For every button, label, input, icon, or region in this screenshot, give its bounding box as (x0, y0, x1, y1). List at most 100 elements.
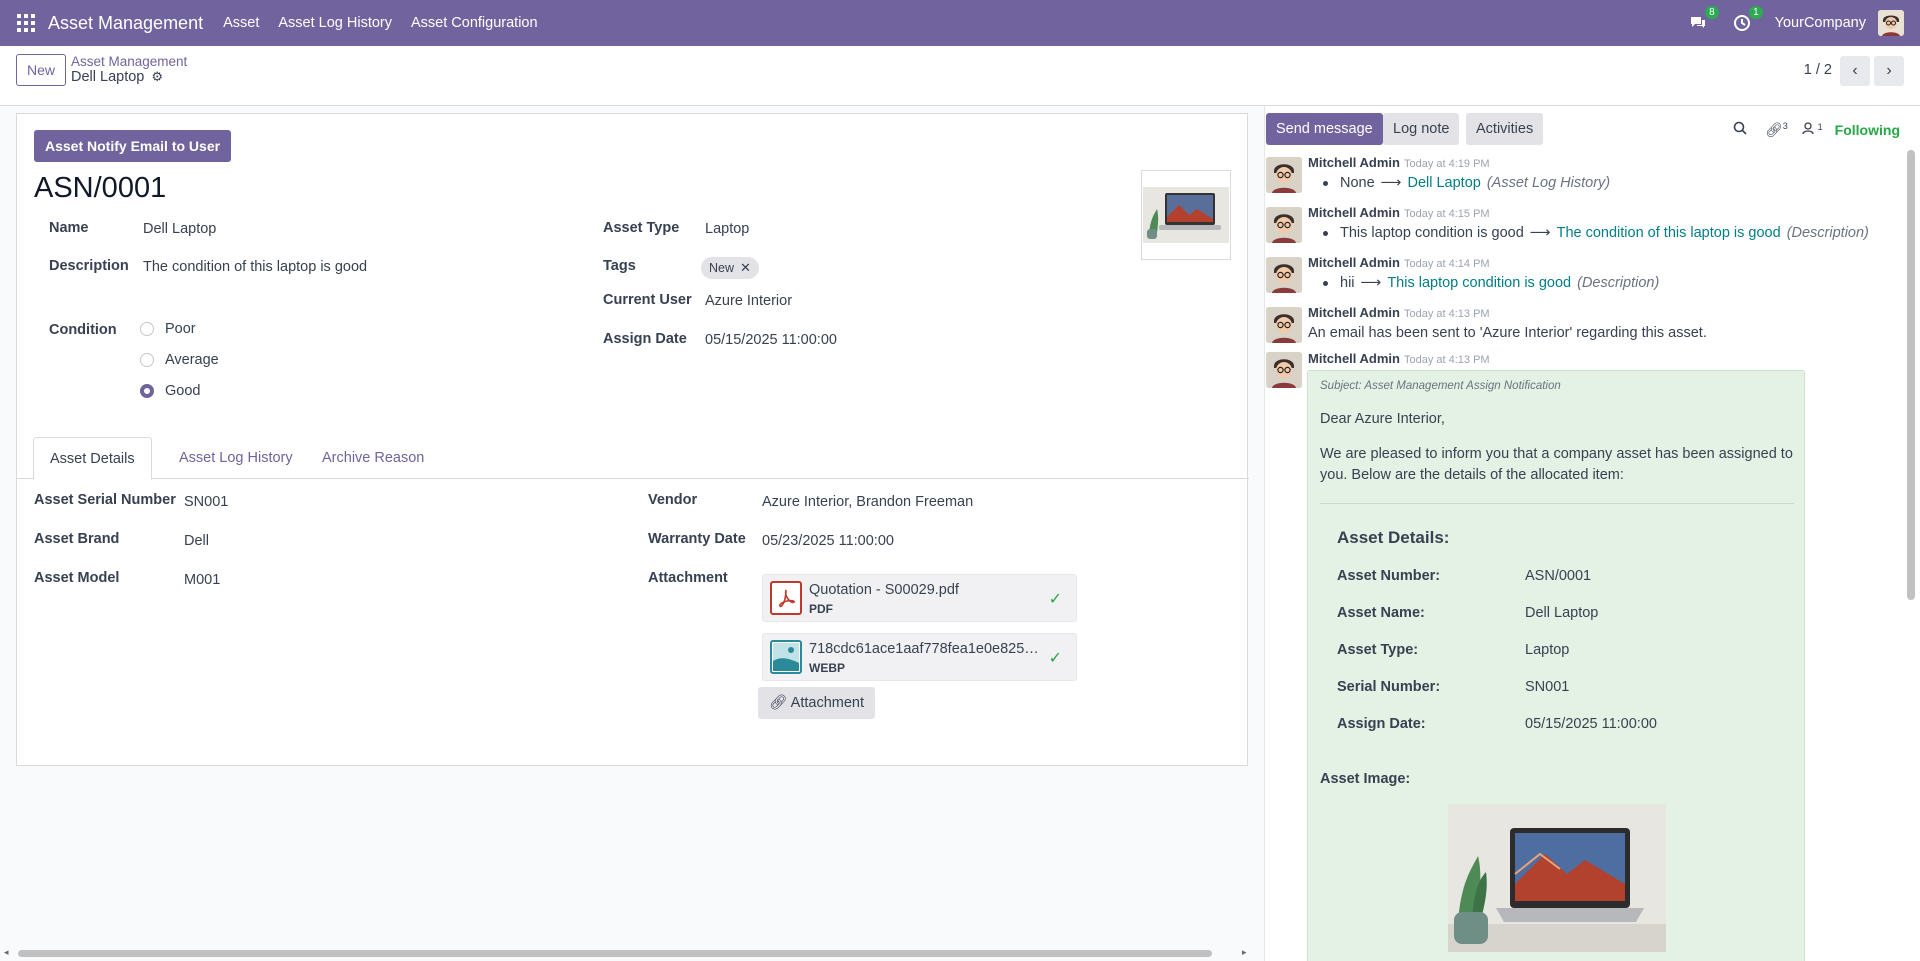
author-name[interactable]: Mitchell Admin (1308, 155, 1400, 170)
detail-value: Dell Laptop (1525, 605, 1599, 621)
attachment-card[interactable]: Quotation - S00029.pdf PDF ✓ (762, 574, 1077, 622)
vendor-field[interactable]: Azure Interior, Brandon Freeman (762, 494, 973, 510)
radio-dot-selected (140, 384, 154, 398)
notebook-tabs: Asset Details Asset Log History Archive … (17, 437, 1249, 480)
assign-date-field[interactable]: 05/15/2025 11:00:00 (705, 332, 837, 348)
paperclip-icon: 🔗︎ (769, 695, 788, 711)
avatar[interactable] (1266, 257, 1302, 293)
new-value: Dell Laptop (1407, 175, 1481, 191)
serial-field[interactable]: SN001 (184, 494, 228, 510)
send-message-button[interactable]: Send message (1266, 113, 1383, 145)
image-file-icon (770, 640, 802, 674)
attachment-type: PDF (809, 602, 833, 616)
old-value: None (1340, 175, 1375, 191)
current-user-field[interactable]: Azure Interior (705, 293, 792, 309)
name-field[interactable]: Dell Laptop (143, 221, 216, 237)
paperclip-icon: 🔗︎ (1764, 121, 1783, 138)
radio-dot (140, 322, 154, 336)
asset-type-label: Asset Type (603, 220, 680, 236)
activities-systray[interactable]: 1 (1731, 6, 1763, 34)
gear-icon[interactable]: ⚙ (151, 69, 163, 85)
pager-previous-button[interactable]: ‹ (1840, 56, 1870, 86)
scroll-left-icon[interactable]: ◂ (4, 947, 9, 958)
radio-label: Average (165, 352, 219, 368)
condition-radio-poor[interactable]: Poor (140, 321, 196, 337)
tab-asset-details[interactable]: Asset Details (33, 437, 152, 480)
message-date: Today at 4:13 PM (1403, 308, 1490, 320)
radio-label: Good (165, 383, 201, 399)
author-name[interactable]: Mitchell Admin (1308, 205, 1400, 220)
apps-menu-icon[interactable] (17, 14, 35, 32)
warranty-field[interactable]: 05/23/2025 11:00:00 (762, 533, 894, 549)
author-name[interactable]: Mitchell Admin (1308, 305, 1400, 320)
asset-type-field[interactable]: Laptop (705, 221, 749, 237)
scrollbar-thumb[interactable] (18, 950, 1212, 957)
detail-label: Assign Date: (1337, 716, 1426, 732)
condition-label: Condition (49, 322, 117, 338)
asset-image[interactable] (1141, 170, 1231, 260)
model-field[interactable]: M001 (184, 572, 220, 588)
condition-radio-good[interactable]: Good (140, 383, 200, 399)
nav-asset-log-history[interactable]: Asset Log History (278, 15, 392, 31)
name-label: Name (49, 220, 89, 236)
laptop-image (1143, 187, 1229, 243)
log-note-button[interactable]: Log note (1383, 113, 1460, 145)
attachment-name: 718cdc61ace1aaf778fea1e0e8254... (809, 641, 1044, 657)
following-button[interactable]: Following (1835, 122, 1900, 138)
description-field[interactable]: The condition of this laptop is good (143, 259, 367, 275)
pager-next-button[interactable]: › (1874, 56, 1904, 86)
avatar[interactable] (1266, 307, 1302, 343)
author-name[interactable]: Mitchell Admin (1308, 255, 1400, 270)
horizontal-scrollbar[interactable]: ◂ ▸ (0, 945, 1255, 961)
detail-value: ASN/0001 (1525, 568, 1592, 584)
remove-tag-icon[interactable]: ✕ (740, 257, 751, 279)
avatar[interactable] (1266, 207, 1302, 243)
breadcrumb-current-label: Dell Laptop (71, 69, 145, 85)
avatar[interactable] (1266, 157, 1302, 193)
attachment-card[interactable]: 718cdc61ace1aaf778fea1e0e8254... WEBP ✓ (762, 633, 1077, 681)
activities-badge: 1 (1749, 6, 1763, 19)
tab-asset-log-history[interactable]: Asset Log History (163, 437, 309, 479)
detail-value: SN001 (1525, 679, 1570, 695)
check-icon: ✓ (1048, 650, 1062, 667)
search-icon[interactable] (1733, 121, 1747, 138)
add-attachment-label: Attachment (790, 695, 864, 711)
attachments-counter[interactable]: 🔗︎3 (1765, 121, 1788, 139)
check-icon: ✓ (1048, 591, 1062, 608)
avatar[interactable] (1266, 352, 1302, 388)
followers-counter[interactable]: 1 (1802, 122, 1823, 139)
arrow-right-icon: ⟶ (1360, 275, 1382, 291)
detail-label: Asset Type: (1337, 642, 1419, 658)
chatter-scrollbar[interactable] (1907, 150, 1915, 600)
user-icon (1802, 122, 1818, 138)
activities-button[interactable]: Activities (1466, 113, 1544, 145)
new-button[interactable]: New (16, 54, 67, 86)
model-label: Asset Model (34, 570, 120, 586)
breadcrumb-current: Dell Laptop ⚙ (71, 69, 163, 85)
author-name[interactable]: Mitchell Admin (1308, 351, 1400, 366)
messages-systray[interactable]: 8 (1687, 6, 1719, 34)
brand-field[interactable]: Dell (184, 533, 209, 549)
message-date: Today at 4:15 PM (1403, 208, 1490, 220)
app-brand[interactable]: Asset Management (48, 13, 203, 34)
email-intro-line: We are pleased to inform you that a comp… (1320, 446, 1793, 462)
message-date: Today at 4:13 PM (1403, 354, 1490, 366)
tab-archive-reason[interactable]: Archive Reason (306, 437, 440, 479)
pager-value[interactable]: 1 / 2 (1804, 62, 1832, 78)
nav-asset[interactable]: Asset (223, 15, 259, 31)
message-author: Mitchell Admin Today at 4:15 PM (1308, 205, 1490, 220)
company-switcher[interactable]: YourCompany (1775, 15, 1866, 31)
divider (1320, 503, 1794, 504)
breadcrumb-parent[interactable]: Asset Management (71, 54, 187, 69)
chatter: Send message Log note Activities 🔗︎3 1 F… (1264, 106, 1920, 961)
nav-asset-configuration[interactable]: Asset Configuration (411, 15, 538, 31)
user-avatar[interactable] (1878, 10, 1904, 36)
scroll-right-icon[interactable]: ▸ (1242, 947, 1247, 958)
asset-notify-email-button[interactable]: Asset Notify Email to User (34, 130, 232, 162)
add-attachment-button[interactable]: 🔗︎ Attachment (758, 687, 875, 719)
followers-count: 1 (1817, 121, 1823, 132)
message-author: Mitchell Admin Today at 4:13 PM (1308, 305, 1490, 320)
condition-radio-average[interactable]: Average (140, 352, 219, 368)
chevron-right-icon: › (1886, 62, 1892, 79)
message-author: Mitchell Admin Today at 4:14 PM (1308, 255, 1490, 270)
